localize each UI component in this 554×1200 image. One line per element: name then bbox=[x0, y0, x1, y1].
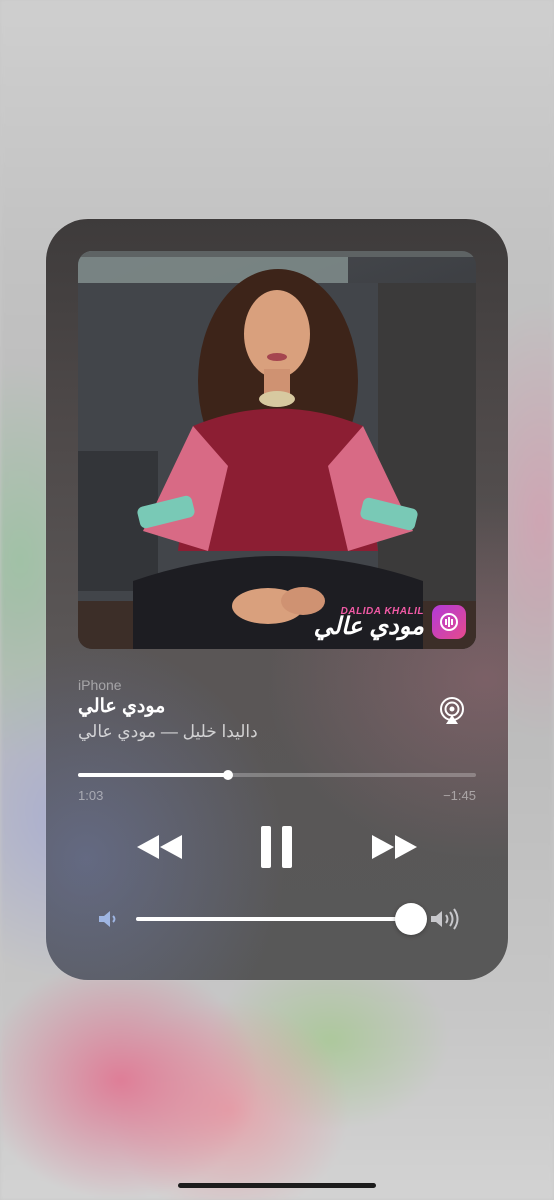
volume-knob[interactable] bbox=[394, 903, 427, 935]
previous-track-button[interactable] bbox=[134, 827, 186, 867]
album-artwork: DALIDA KHALIL مودي عالي bbox=[78, 251, 476, 649]
elapsed-time: 1:03 bbox=[78, 788, 104, 803]
pause-icon bbox=[261, 826, 292, 868]
progress-fill bbox=[78, 773, 228, 777]
output-device-label: iPhone bbox=[78, 677, 122, 693]
playback-progress-scrubber[interactable] bbox=[78, 770, 476, 780]
album-title-text: مودي عالي bbox=[313, 613, 424, 640]
rewind-icon bbox=[137, 835, 182, 859]
volume-slider[interactable] bbox=[136, 903, 427, 935]
next-track-button[interactable] bbox=[368, 827, 420, 867]
speaker-high-icon bbox=[429, 907, 465, 931]
remaining-time: −1:45 bbox=[443, 788, 476, 803]
pause-button[interactable] bbox=[253, 821, 301, 873]
anghami-app-icon bbox=[432, 605, 466, 639]
song-title: مودي عالي bbox=[78, 696, 166, 717]
speaker-low-icon bbox=[96, 907, 120, 931]
now-playing-card: DALIDA KHALIL مودي عالي iPhone مودي عالي… bbox=[46, 219, 508, 980]
airplay-audio-icon[interactable] bbox=[436, 695, 468, 727]
song-subtitle: داليدا خليل — مودي عالي bbox=[78, 722, 258, 741]
fast-forward-icon bbox=[372, 835, 417, 859]
volume-fill bbox=[136, 917, 411, 921]
progress-knob[interactable] bbox=[222, 770, 233, 780]
home-indicator[interactable] bbox=[178, 1183, 376, 1188]
